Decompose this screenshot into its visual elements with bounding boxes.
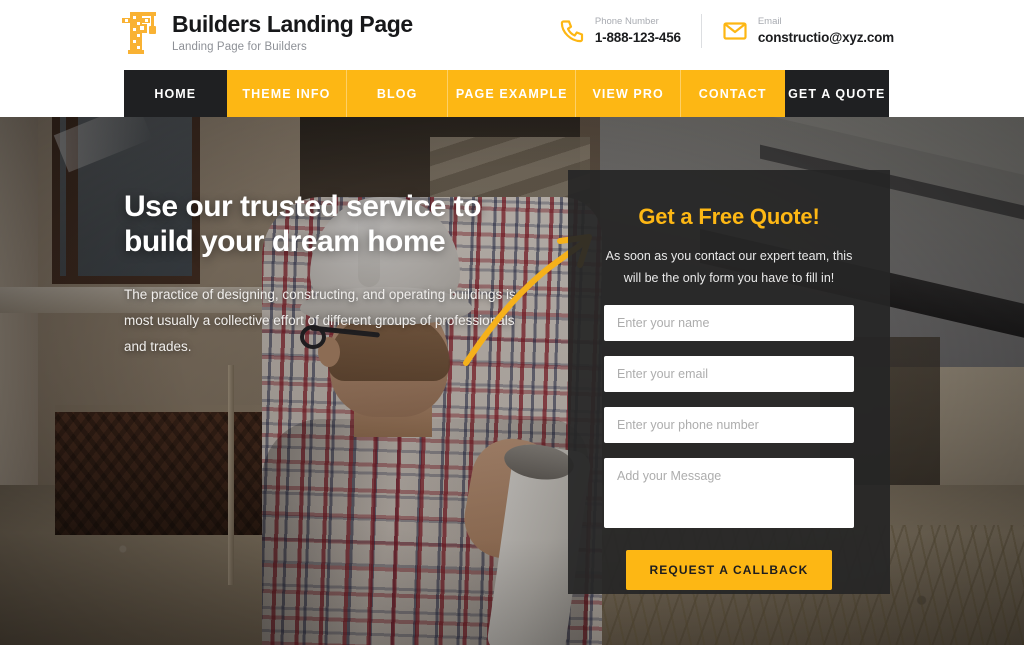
quote-form-panel: Get a Free Quote! As soon as you contact… bbox=[568, 170, 890, 594]
nav-item-theme-info[interactable]: THEME INFO bbox=[226, 70, 348, 117]
request-callback-button[interactable]: REQUEST A CALLBACK bbox=[625, 549, 833, 590]
contact-divider bbox=[700, 14, 702, 48]
nav-item-view-pro[interactable]: VIEW PRO bbox=[576, 70, 681, 117]
site-header: Builders Landing Page Landing Page for B… bbox=[0, 0, 1024, 70]
nav-item-blog[interactable]: BLOG bbox=[347, 70, 449, 117]
header-contacts: Phone Number 1-888-123-456 Email constru… bbox=[559, 14, 894, 48]
contact-email-value: constructio@xyz.com bbox=[757, 29, 894, 45]
hero-title: Use our trusted service to build your dr… bbox=[124, 190, 524, 260]
crane-icon bbox=[122, 12, 156, 54]
nav-item-get-a-quote[interactable]: GET A QUOTE bbox=[784, 70, 889, 117]
brand-title: Builders Landing Page bbox=[172, 11, 413, 37]
brand-block[interactable]: Builders Landing Page Landing Page for B… bbox=[118, 8, 413, 56]
contact-email-label: Email bbox=[757, 16, 782, 28]
contact-phone-label: Phone Number bbox=[594, 16, 659, 28]
hero-title-line-1: Use our trusted service to bbox=[124, 190, 482, 223]
brand-text: Builders Landing Page Landing Page for B… bbox=[172, 8, 413, 53]
hero-title-line-2: build your dream home bbox=[124, 224, 446, 258]
brand-subtitle: Landing Page for Builders bbox=[172, 41, 307, 54]
message-textarea[interactable] bbox=[604, 457, 854, 528]
page-root: Builders Landing Page Landing Page for B… bbox=[0, 0, 1024, 645]
nav-item-home[interactable]: HOME bbox=[124, 70, 227, 117]
hero-description: The practice of designing, constructing,… bbox=[124, 286, 516, 355]
email-input[interactable] bbox=[604, 355, 854, 392]
phone-input[interactable] bbox=[604, 406, 854, 443]
envelope-icon bbox=[723, 22, 747, 40]
hero-copy: Use our trusted service to build your dr… bbox=[124, 190, 524, 361]
quote-form-subtitle: As soon as you contact our expert team, … bbox=[605, 249, 853, 285]
quote-form-title: Get a Free Quote! bbox=[638, 204, 820, 229]
phone-icon bbox=[560, 20, 583, 43]
contact-phone[interactable]: Phone Number 1-888-123-456 bbox=[559, 16, 681, 45]
main-navigation: HOME THEME INFO BLOG PAGE EXAMPLE VIEW P… bbox=[124, 70, 889, 117]
contact-phone-value: 1-888-123-456 bbox=[594, 29, 681, 45]
contact-email[interactable]: Email constructio@xyz.com bbox=[722, 16, 894, 45]
name-input[interactable] bbox=[604, 304, 854, 341]
submit-button-wrap: REQUEST A CALLBACK bbox=[604, 549, 854, 590]
nav-item-contact[interactable]: CONTACT bbox=[680, 70, 785, 117]
nav-item-page-example[interactable]: PAGE EXAMPLE bbox=[448, 70, 577, 117]
